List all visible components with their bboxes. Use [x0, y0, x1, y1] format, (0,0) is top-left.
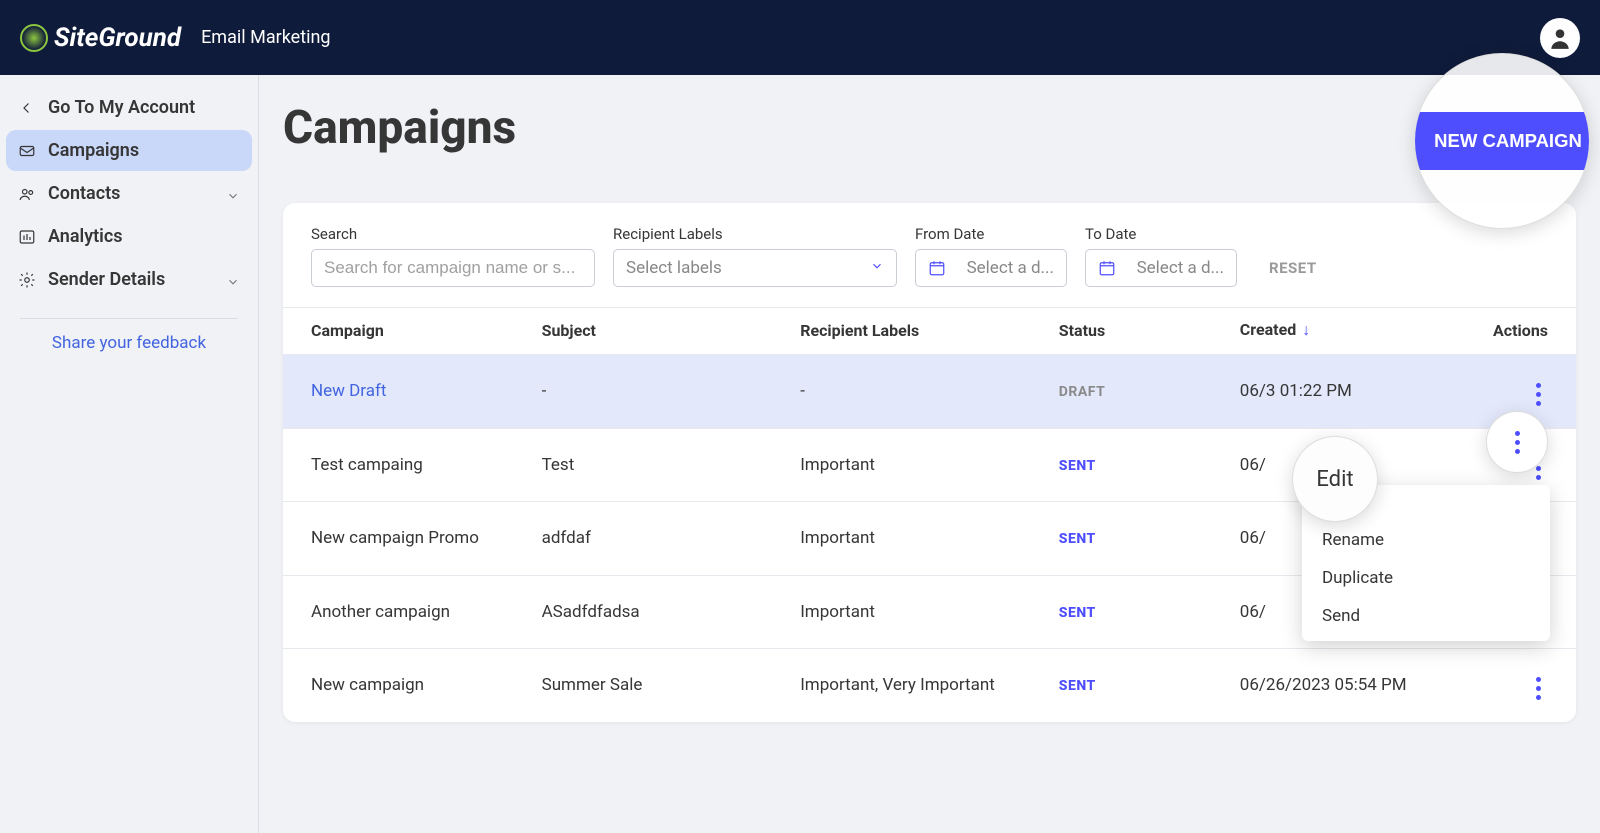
cell-subject: adfdaf	[542, 502, 801, 576]
search-input[interactable]	[311, 249, 595, 287]
status-badge: SENT	[1059, 531, 1096, 547]
sidebar-item-sender-details[interactable]: Sender Details	[6, 259, 252, 300]
cell-subject: ASadfdfadsa	[542, 575, 801, 649]
row-actions-button[interactable]	[1528, 380, 1548, 410]
sidebar-item-label: Campaigns	[48, 140, 139, 161]
highlight-edit: Edit	[1292, 436, 1378, 522]
to-date-label: To Date	[1085, 225, 1237, 243]
logo-swirl-icon	[20, 24, 48, 52]
filter-bar: Search Recipient Labels Select labels Fr…	[283, 203, 1576, 307]
sidebar-item-label: Sender Details	[48, 269, 165, 290]
labels-label: Recipient Labels	[613, 225, 897, 243]
logo-text: SiteGround	[54, 23, 181, 53]
cell-labels: Important	[800, 428, 1059, 502]
cell-campaign: Test campaing	[283, 428, 542, 502]
cell-campaign: New campaign Promo	[283, 502, 542, 576]
table-header-row: Campaign Subject Recipient Labels Status…	[283, 308, 1576, 355]
highlight-new-campaign: NEW CAMPAIGN	[1414, 53, 1590, 229]
col-subject[interactable]: Subject	[542, 308, 801, 355]
mail-icon	[18, 142, 36, 160]
from-date-placeholder: Select a d...	[967, 258, 1054, 278]
table-row: New Draft - - DRAFT 06/3 01:22 PM	[283, 355, 1576, 429]
col-status[interactable]: Status	[1059, 308, 1240, 355]
col-campaign[interactable]: Campaign	[283, 308, 542, 355]
cell-campaign: Another campaign	[283, 575, 542, 649]
from-date-input[interactable]: Select a d...	[915, 249, 1067, 287]
reset-button[interactable]: RESET	[1269, 259, 1317, 277]
highlight-kebab	[1486, 411, 1548, 473]
feedback-link[interactable]: Share your feedback	[6, 333, 252, 353]
sidebar-back-label: Go To My Account	[48, 97, 195, 118]
to-date-input[interactable]: Select a d...	[1085, 249, 1237, 287]
chevron-down-icon	[226, 187, 240, 201]
people-icon	[18, 185, 36, 203]
edit-bubble-label[interactable]: Edit	[1316, 467, 1353, 492]
dropdown-item-duplicate[interactable]: Duplicate	[1302, 559, 1550, 597]
sidebar-back[interactable]: Go To My Account	[6, 87, 252, 128]
avatar[interactable]	[1540, 18, 1580, 58]
main: Campaigns Search Recipient Labels Select…	[259, 75, 1600, 833]
chart-icon	[18, 228, 36, 246]
status-badge: SENT	[1059, 458, 1096, 474]
cell-labels: -	[800, 355, 1059, 429]
sidebar-item-campaigns[interactable]: Campaigns	[6, 130, 252, 171]
sidebar-item-analytics[interactable]: Analytics	[6, 216, 252, 257]
page-title: Campaigns	[283, 101, 516, 155]
status-badge: DRAFT	[1059, 384, 1105, 400]
chevron-down-icon	[226, 273, 240, 287]
col-created[interactable]: Created↓	[1240, 308, 1473, 355]
cell-created: 06/26/2023 05:54 PM	[1240, 649, 1473, 722]
page-head: Campaigns	[283, 101, 1576, 155]
calendar-icon	[1098, 259, 1116, 277]
status-badge: SENT	[1059, 605, 1096, 621]
cell-created: 06/3 01:22 PM	[1240, 355, 1473, 429]
from-date-label: From Date	[915, 225, 1067, 243]
arrow-left-icon	[18, 99, 36, 117]
calendar-icon	[928, 259, 946, 277]
sort-desc-icon: ↓	[1302, 320, 1310, 339]
dropdown-item-rename[interactable]: Rename	[1302, 521, 1550, 559]
gear-icon	[18, 271, 36, 289]
topbar-left: SiteGround Email Marketing	[20, 23, 331, 53]
cell-subject: -	[542, 355, 801, 429]
topbar: SiteGround Email Marketing	[0, 0, 1600, 75]
status-badge: SENT	[1059, 678, 1096, 694]
row-actions-button[interactable]	[1528, 674, 1548, 704]
logo[interactable]: SiteGround	[20, 23, 181, 53]
row-actions-button-highlighted[interactable]	[1507, 427, 1527, 457]
sidebar: Go To My Account Campaigns Contacts Anal…	[0, 75, 259, 833]
topbar-section-title: Email Marketing	[201, 27, 330, 48]
col-actions: Actions	[1473, 308, 1576, 355]
labels-select-placeholder: Select labels	[626, 258, 722, 278]
sidebar-item-label: Contacts	[48, 183, 120, 204]
col-labels[interactable]: Recipient Labels	[800, 308, 1059, 355]
search-label: Search	[311, 225, 595, 243]
cell-labels: Important, Very Important	[800, 649, 1059, 722]
sidebar-item-label: Analytics	[48, 226, 123, 247]
campaign-link[interactable]: New Draft	[311, 381, 386, 401]
user-icon	[1547, 25, 1573, 51]
chevron-down-icon	[870, 258, 884, 278]
sidebar-item-contacts[interactable]: Contacts	[6, 173, 252, 214]
cell-campaign: New campaign	[283, 649, 542, 722]
to-date-placeholder: Select a d...	[1137, 258, 1224, 278]
cell-subject: Test	[542, 428, 801, 502]
table-row: New campaign Summer Sale Important, Very…	[283, 649, 1576, 722]
new-campaign-button[interactable]: NEW CAMPAIGN	[1414, 112, 1590, 170]
campaigns-card: Search Recipient Labels Select labels Fr…	[283, 203, 1576, 722]
cell-subject: Summer Sale	[542, 649, 801, 722]
cell-labels: Important	[800, 502, 1059, 576]
sidebar-divider	[20, 318, 238, 319]
labels-select[interactable]: Select labels	[613, 249, 897, 287]
dropdown-item-send[interactable]: Send	[1302, 597, 1550, 635]
cell-labels: Important	[800, 575, 1059, 649]
